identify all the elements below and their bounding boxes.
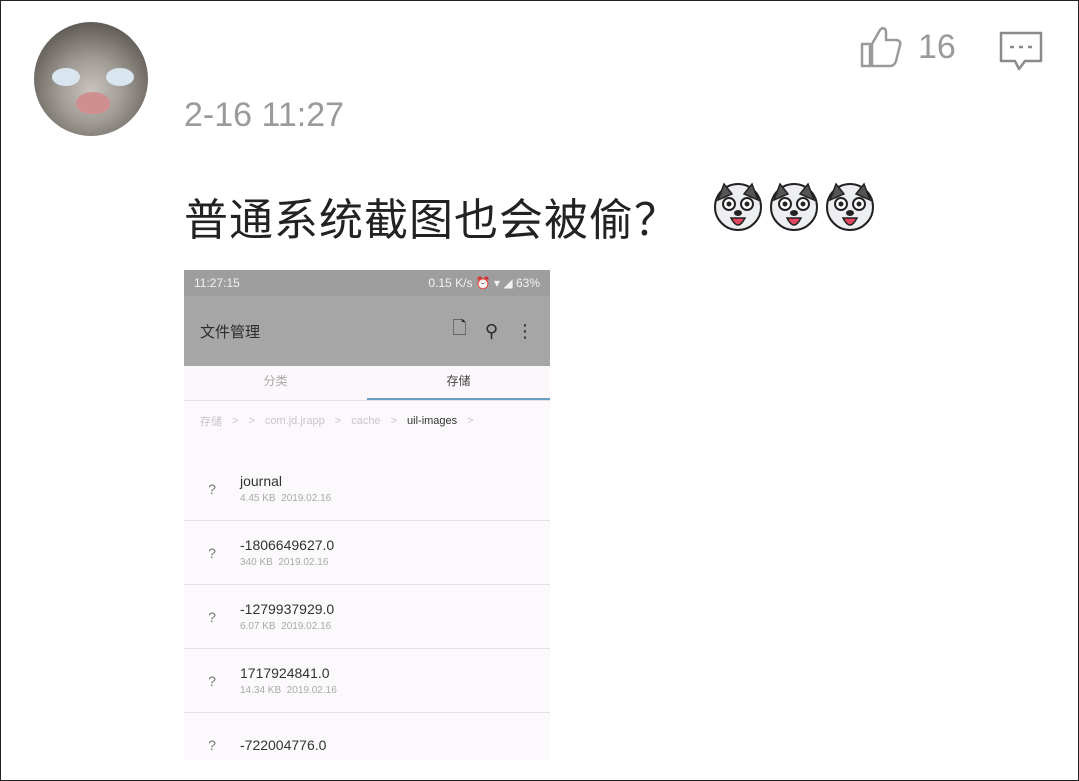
- file-date: 2019.02.16: [286, 685, 337, 696]
- unknown-file-icon: ?: [208, 672, 216, 689]
- breadcrumb-item: com.jd.jrapp: [264, 415, 325, 427]
- list-item: ? -1806649627.0 340 KB 2019.02.16: [184, 521, 550, 585]
- avatar-eye: [52, 68, 80, 86]
- emoji-group: [712, 180, 876, 232]
- list-item: ? journal 4.45 KB 2019.02.16: [184, 457, 550, 521]
- breadcrumb: 存储 > > com.jd.jrapp > cache > uil-images…: [184, 401, 550, 441]
- breadcrumb-current: uil-images: [407, 415, 458, 427]
- file-size: 14.34 KB: [240, 685, 282, 696]
- attached-screenshot[interactable]: 11:27:15 0.15 K/s ⏰ ▾ ◢ 63% 文件管理 🗋 ⚲ ⋮ 分…: [184, 270, 550, 760]
- avatar-eye: [106, 68, 134, 86]
- file-name: -1806649627.0: [240, 537, 335, 553]
- file-date: 2019.02.16: [281, 621, 332, 632]
- app-title: 文件管理: [200, 323, 261, 341]
- file-meta: 14.34 KB 2019.02.16: [240, 685, 337, 696]
- file-meta: 340 KB 2019.02.16: [240, 557, 334, 568]
- tab-storage: 存储: [367, 366, 550, 400]
- husky-emoji-icon: [826, 182, 874, 231]
- unknown-file-icon: ?: [208, 480, 216, 497]
- post-text: 普通系统截图也会被偷？: [184, 196, 679, 245]
- chevron-right-icon: >: [334, 415, 342, 427]
- more-icon: ⋮: [516, 320, 534, 341]
- breadcrumb-item: cache: [351, 415, 381, 427]
- file-meta: 6.07 KB 2019.02.16: [240, 621, 334, 632]
- file-meta: 4.45 KB 2019.02.16: [240, 493, 331, 504]
- unknown-file-icon: ?: [208, 544, 216, 561]
- app-bar: 文件管理 🗋 ⚲ ⋮: [184, 296, 550, 366]
- husky-emoji-icon: [714, 182, 762, 231]
- file-size: 4.45 KB: [240, 493, 276, 504]
- chevron-right-icon: >: [467, 415, 474, 427]
- file-name: 1717924841.0: [240, 665, 330, 681]
- list-item: ? -722004776.0: [184, 713, 550, 760]
- list-item: ? -1279937929.0 6.07 KB 2019.02.16: [184, 585, 550, 649]
- status-time: 11:27:15: [194, 276, 240, 290]
- comment-icon[interactable]: [998, 30, 1044, 72]
- unknown-file-icon: ?: [208, 608, 216, 625]
- breadcrumb-item: 存储: [200, 416, 222, 428]
- file-name: journal: [240, 473, 283, 489]
- file-size: 6.07 KB: [240, 621, 276, 632]
- new-file-icon: 🗋: [452, 318, 467, 338]
- unknown-file-icon: ?: [208, 736, 216, 753]
- husky-emoji-icon: [770, 182, 818, 231]
- file-list: ? journal 4.45 KB 2019.02.16 ? -18066496…: [184, 457, 550, 760]
- tab-bar: 分类 存储: [184, 366, 550, 401]
- post-timestamp: 2-16 11:27: [184, 96, 345, 134]
- file-date: 2019.02.16: [278, 557, 329, 568]
- file-date: 2019.02.16: [281, 493, 332, 504]
- status-indicators: 0.15 K/s ⏰ ▾ ◢ 63%: [428, 276, 540, 290]
- like-count: 16: [918, 28, 956, 66]
- file-name: -1279937929.0: [240, 601, 335, 617]
- chevron-right-icon: >: [232, 415, 239, 427]
- list-item: ? 1717924841.0 14.34 KB 2019.02.16: [184, 649, 550, 713]
- file-size: 340 KB: [240, 557, 273, 568]
- chevron-right-icon: >: [248, 415, 255, 427]
- tab-category: 分类: [263, 374, 288, 388]
- chevron-right-icon: >: [390, 415, 398, 427]
- status-bar: 11:27:15 0.15 K/s ⏰ ▾ ◢ 63%: [184, 270, 550, 296]
- file-name: -722004776.0: [240, 736, 327, 753]
- search-icon: ⚲: [484, 320, 498, 341]
- avatar[interactable]: [34, 22, 148, 136]
- thumbs-up-icon[interactable]: [858, 24, 904, 70]
- avatar-nose: [76, 92, 110, 114]
